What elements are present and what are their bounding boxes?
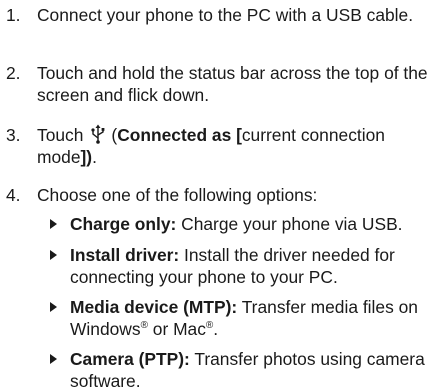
option-text: Camera (PTP): Transfer photos using came…: [70, 348, 446, 392]
connected-as-end: ]): [80, 147, 93, 167]
option-text: Install driver: Install the driver neede…: [70, 244, 446, 288]
option-description-end: .: [213, 319, 219, 339]
instructions-page: 1. Connect your phone to the PC with a U…: [0, 0, 446, 392]
bullet-arrow-icon: [50, 302, 57, 312]
option-text: Charge only: Charge your phone via USB.: [70, 213, 446, 235]
step-text: Choose one of the following options:: [37, 185, 318, 205]
option-label: Charge only:: [70, 214, 177, 234]
step-text-prefix: Touch: [37, 125, 84, 145]
step-number: 3.: [6, 125, 21, 145]
option-text: Media device (MTP): Transfer media files…: [70, 296, 446, 340]
bullet-arrow-icon: [50, 354, 57, 364]
option-description-mid: or Mac: [147, 319, 206, 339]
step-text: Connect your phone to the PC with a USB …: [37, 5, 414, 25]
option-label: Install driver:: [70, 245, 180, 265]
connected-as-label: Connected as [: [117, 125, 242, 145]
option-label: Camera (PTP):: [70, 349, 190, 369]
step-text: Touch and hold the status bar across the…: [37, 63, 428, 105]
registered-mark: ®: [140, 320, 148, 331]
step-text: Touch (Connected as [current connection …: [37, 124, 442, 168]
option-description: Charge your phone via USB.: [176, 214, 403, 234]
bullet-arrow-icon: [50, 219, 57, 229]
step-number: 2.: [6, 63, 21, 83]
option-label: Media device (MTP):: [70, 297, 238, 317]
step-number: 1.: [6, 5, 21, 25]
step-text-end: .: [92, 147, 97, 167]
step-number: 4.: [6, 185, 21, 205]
bullet-arrow-icon: [50, 250, 57, 260]
usb-icon: [89, 124, 107, 144]
